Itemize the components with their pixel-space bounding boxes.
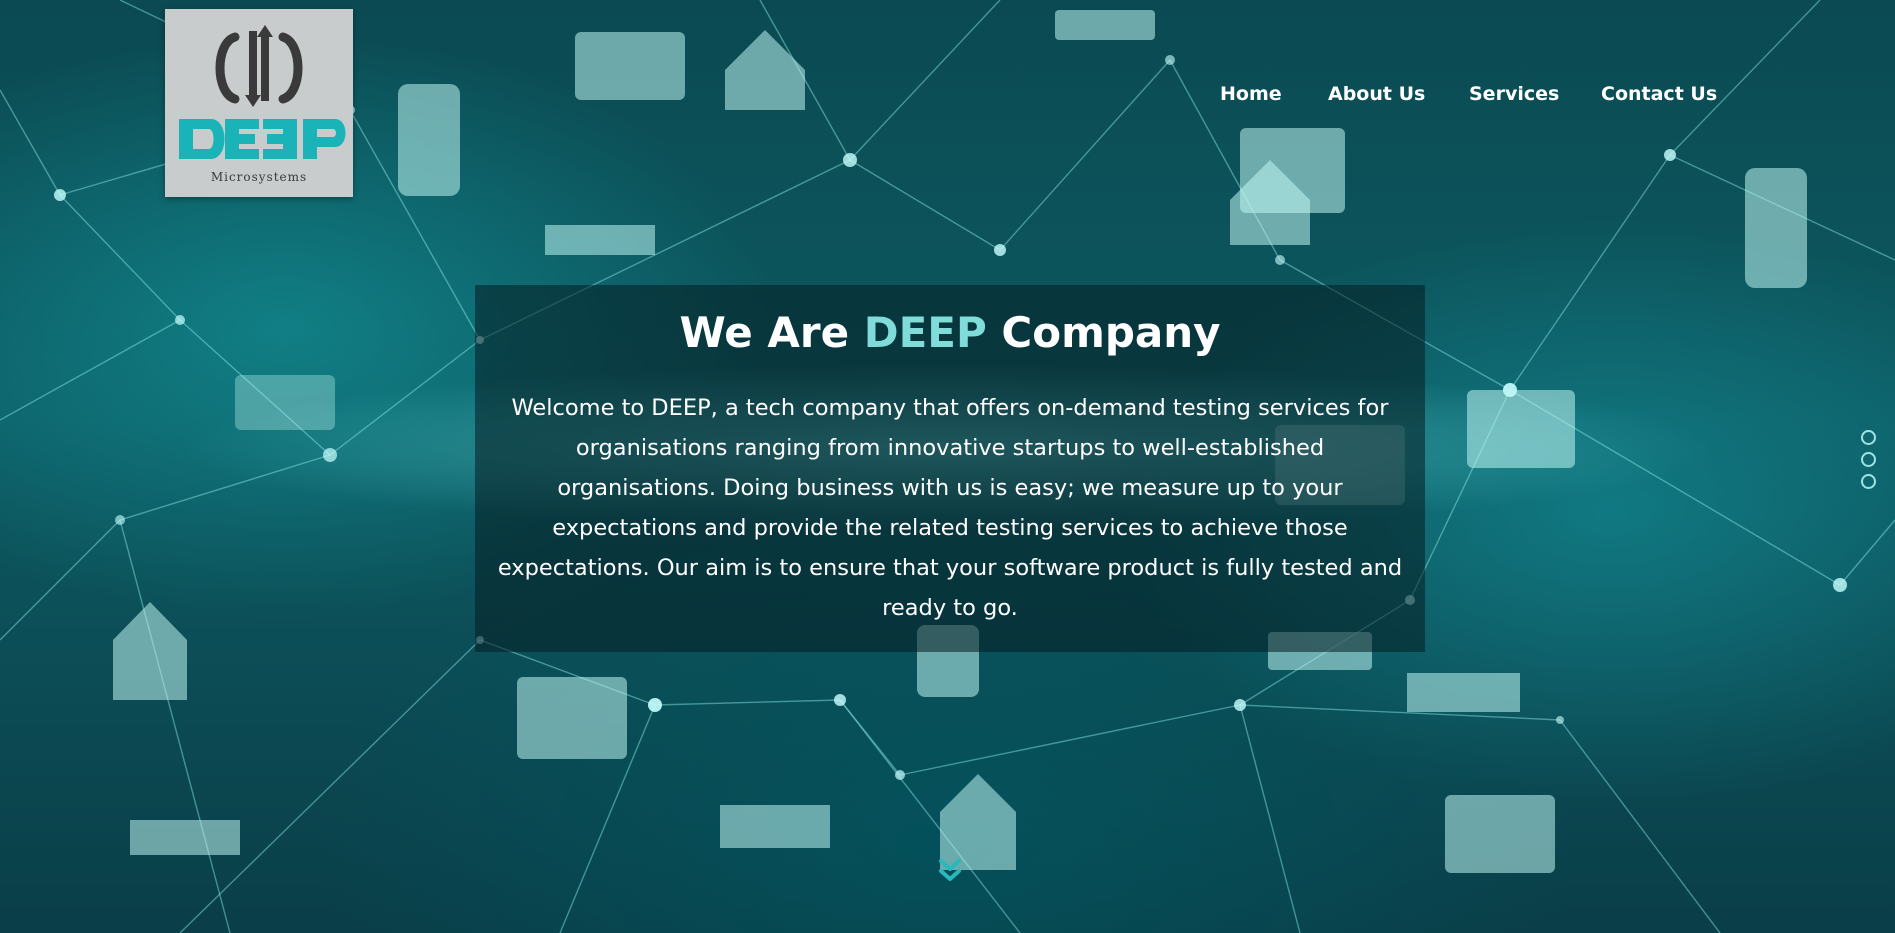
hero-title-accent: DEEP <box>863 308 987 357</box>
slider-pagination <box>1861 430 1881 496</box>
nav-about-us[interactable]: About Us <box>1328 83 1425 105</box>
hero-panel: We Are DEEP Company Welcome to DEEP, a t… <box>475 285 1425 652</box>
double-chevron-down-icon <box>939 859 961 881</box>
logo-graphic: Microsystems <box>179 25 346 184</box>
slide-dot-2[interactable] <box>1861 452 1876 467</box>
hero-title-suffix: Company <box>986 308 1221 357</box>
hero-title-prefix: We Are <box>679 308 864 357</box>
logo-tagline: Microsystems <box>211 170 307 184</box>
nav-home[interactable]: Home <box>1220 83 1282 105</box>
hero-description: Welcome to DEEP, a tech company that off… <box>497 395 1403 621</box>
nav-contact-us[interactable]: Contact Us <box>1601 83 1717 105</box>
main-navigation: Home About Us Services Contact Us <box>1200 83 1720 113</box>
hero-title: We Are DEEP Company <box>475 307 1425 359</box>
slide-dot-3[interactable] <box>1861 474 1876 489</box>
nav-services[interactable]: Services <box>1469 83 1559 105</box>
scroll-down-button[interactable] <box>937 857 963 885</box>
deep-microsystems-logo[interactable]: Microsystems <box>165 9 353 197</box>
slide-dot-1[interactable] <box>1861 430 1876 445</box>
hero-section: Microsystems Home About Us Services Cont… <box>0 0 1895 933</box>
